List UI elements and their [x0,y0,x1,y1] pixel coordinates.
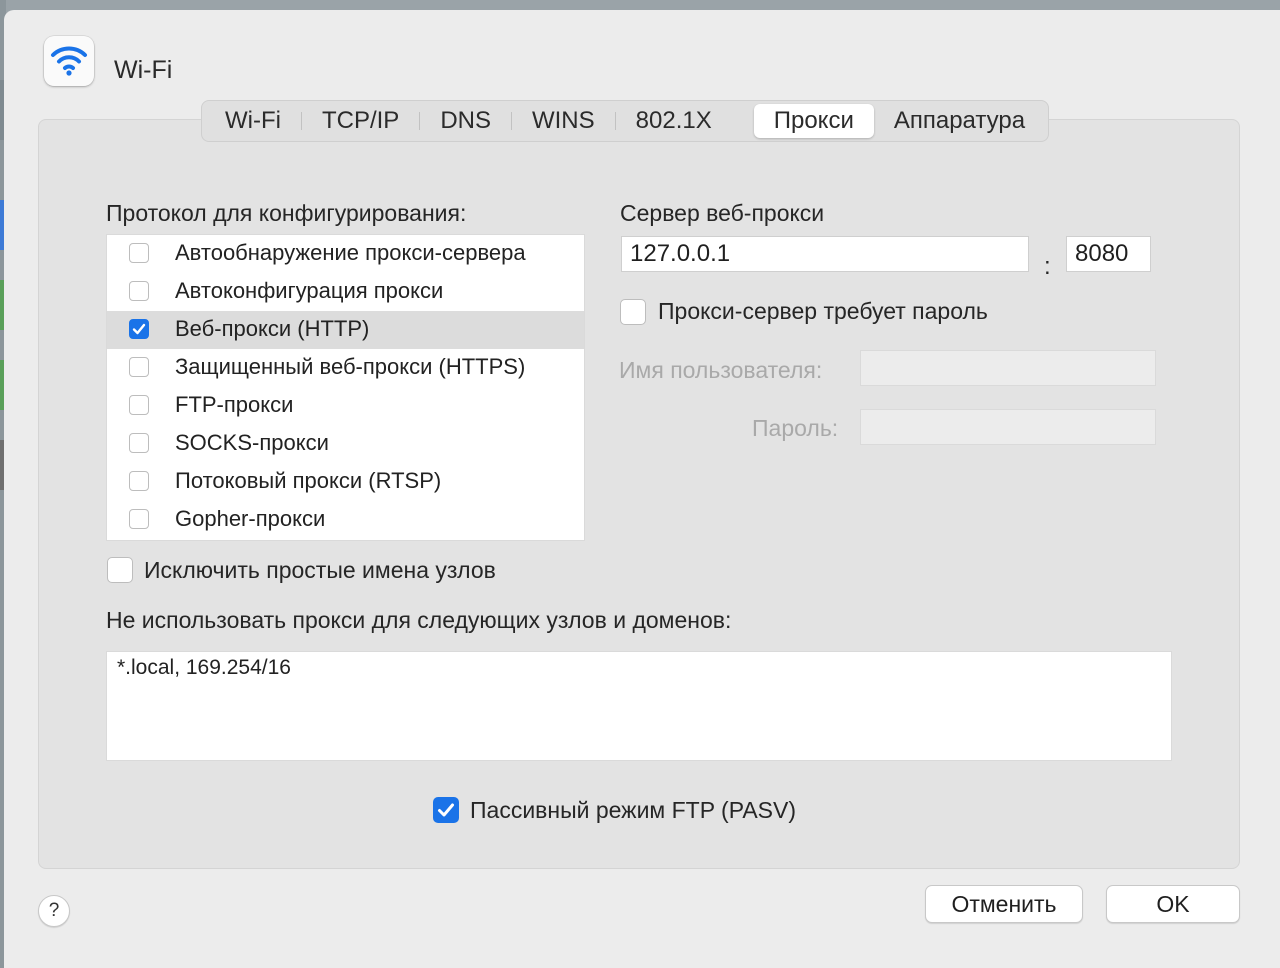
tab-tcpip[interactable]: TCP/IP [302,104,419,138]
protocol-checkbox-gopher[interactable] [129,509,149,529]
cancel-button[interactable]: Отменить [925,885,1083,923]
protocol-label: Потоковый прокси (RTSP) [175,468,442,493]
passive-ftp-checkbox[interactable] [433,797,459,823]
protocol-label: Автообнаружение прокси-сервера [175,240,526,265]
proxy-port-field[interactable]: 8080 [1066,236,1151,272]
protocol-label: Автоконфигурация прокси [175,278,444,303]
tab-proxies[interactable]: Прокси [753,104,874,138]
password-field[interactable] [860,409,1156,445]
protocol-checkbox-socks[interactable] [129,433,149,453]
protocol-checkbox-rtsp[interactable] [129,471,149,491]
tab-dns[interactable]: DNS [420,104,511,138]
protocol-row-http[interactable]: Веб-прокси (HTTP) [107,311,584,349]
window-title: Wi-Fi [114,56,173,84]
tab-wins[interactable]: WINS [512,104,615,138]
protocol-checkbox-autoconfig[interactable] [129,281,149,301]
exclude-simple-hostnames-label: Исключить простые имена узлов [144,557,496,583]
protocol-checkbox-ftp[interactable] [129,395,149,415]
tab-bar: Wi-Fi TCP/IP DNS WINS 802.1X Прокси Аппа… [201,100,1050,142]
host-port-separator: : [1044,253,1051,280]
protocol-checkbox-autodiscovery[interactable] [129,243,149,263]
checkmark-icon [132,323,146,335]
exclude-simple-hostnames-checkbox[interactable] [107,557,133,583]
bypass-heading: Не использовать прокси для следующих узл… [106,607,732,633]
requires-password-label: Прокси-сервер требует пароль [658,298,988,324]
protocol-checkbox-http[interactable] [129,319,149,339]
ok-button[interactable]: OK [1106,885,1240,923]
protocol-row-socks[interactable]: SOCKS-прокси [107,425,584,463]
protocol-list-heading: Протокол для конфигурирования: [106,200,467,226]
proxy-host-field[interactable]: 127.0.0.1 [621,236,1029,272]
protocol-row-rtsp[interactable]: Потоковый прокси (RTSP) [107,463,584,501]
username-label: Имя пользователя: [619,357,823,383]
protocol-label: SOCKS-прокси [175,430,329,455]
protocol-row-https[interactable]: Защищенный веб-прокси (HTTPS) [107,349,584,387]
checkmark-icon [438,803,454,817]
tab-8021x[interactable]: 802.1X [616,104,732,138]
server-heading: Сервер веб-прокси [620,200,825,226]
tab-wifi[interactable]: Wi-Fi [205,104,301,138]
wifi-icon [44,36,94,86]
passive-ftp-label: Пассивный режим FTP (PASV) [470,797,797,823]
password-label: Пароль: [752,415,839,441]
protocol-label: FTP-прокси [175,392,294,417]
protocol-label: Веб-прокси (HTTP) [175,316,370,341]
protocol-row-autodiscovery[interactable]: Автообнаружение прокси-сервера [107,235,584,273]
requires-password-checkbox[interactable] [620,299,646,325]
protocol-row-gopher[interactable]: Gopher-прокси [107,501,584,539]
protocol-label: Защищенный веб-прокси (HTTPS) [175,354,526,379]
bypass-domains-textarea[interactable]: *.local, 169.254/16 [106,651,1172,761]
help-button[interactable]: ? [38,895,70,927]
protocol-label: Gopher-прокси [175,506,326,531]
tab-hardware[interactable]: Аппаратура [874,104,1045,138]
protocol-list[interactable]: Автообнаружение прокси-сервера Автоконфи… [106,234,585,541]
username-field[interactable] [860,350,1156,386]
protocol-checkbox-https[interactable] [129,357,149,377]
protocol-row-autoconfig[interactable]: Автоконфигурация прокси [107,273,584,311]
protocol-row-ftp[interactable]: FTP-прокси [107,387,584,425]
